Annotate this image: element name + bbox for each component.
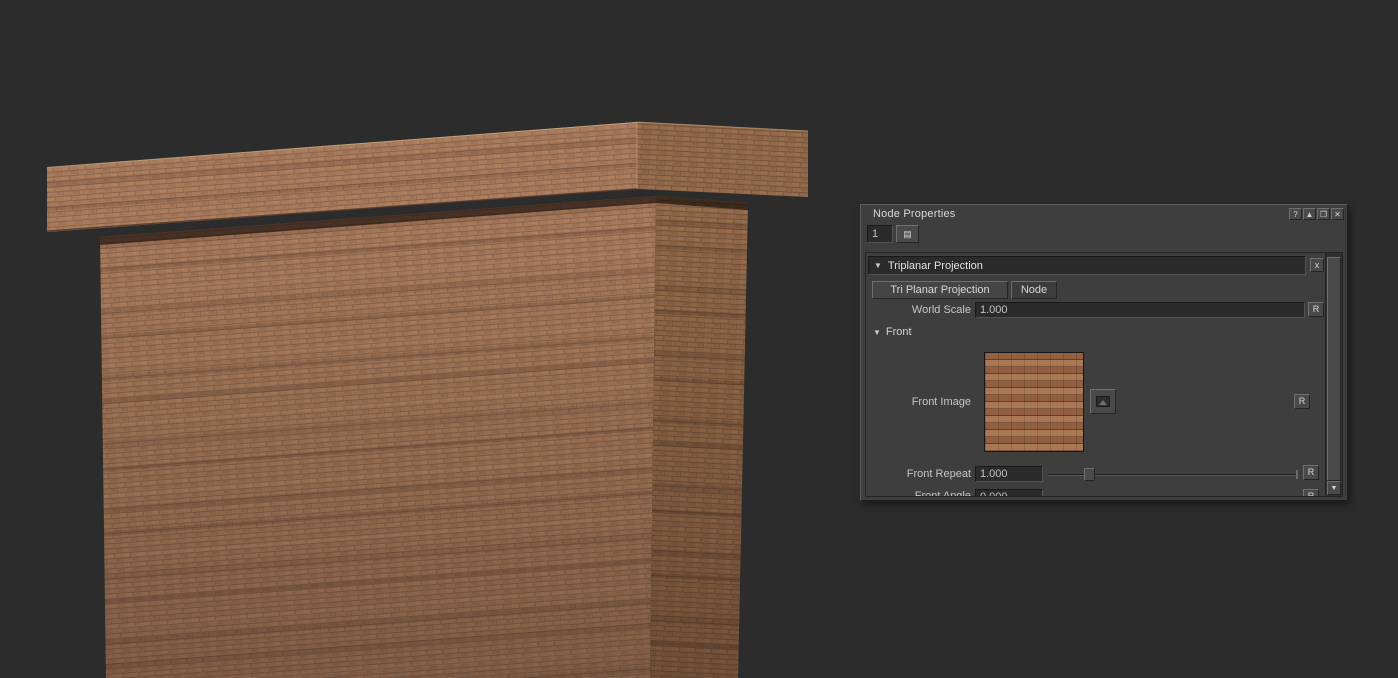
world-scale-input[interactable] <box>975 302 1305 318</box>
front-repeat-slider-handle[interactable] <box>1084 468 1095 481</box>
image-icon <box>1096 396 1110 407</box>
front-section-label: Front <box>886 326 912 338</box>
node-panel-body: ▼ Triplanar Projection x Tri Planar Proj… <box>865 252 1343 497</box>
scrollbar-thumb[interactable] <box>1327 257 1341 481</box>
slider-end-cap <box>1296 470 1298 479</box>
world-scale-reset-button[interactable]: R <box>1308 302 1324 317</box>
node-properties-panel: Node Properties ? ▲ ❐ ✕ ▤ ▼ Triplanar Pr… <box>860 204 1348 501</box>
cap-right-face <box>637 122 808 197</box>
remove-node-button[interactable]: x <box>1310 258 1324 272</box>
minimize-icon[interactable]: ❐ <box>1317 208 1330 220</box>
front-image-label: Front Image <box>866 396 971 408</box>
front-angle-input[interactable] <box>975 489 1043 496</box>
edit-nodes-icon: ▤ <box>903 229 912 239</box>
world-scale-label: World Scale <box>866 304 971 316</box>
front-collapse-icon[interactable]: ▼ <box>873 328 881 337</box>
scroll-down-button[interactable]: ▼ <box>1327 481 1341 495</box>
panel-scrollbar[interactable]: ▼ <box>1325 253 1342 496</box>
panel-title: Node Properties <box>873 208 1288 220</box>
close-icon[interactable]: ✕ <box>1331 208 1344 220</box>
shade-icon[interactable]: ▲ <box>1303 208 1316 220</box>
wall-depth-fade <box>100 203 748 678</box>
front-repeat-reset-button[interactable]: R <box>1303 465 1319 480</box>
edit-nodes-button[interactable]: ▤ <box>896 225 919 243</box>
front-image-reset-button[interactable]: R <box>1294 394 1310 409</box>
front-angle-reset-button[interactable]: R <box>1303 489 1319 496</box>
panel-titlebar[interactable]: Node Properties ? ▲ ❐ ✕ <box>861 205 1347 222</box>
front-repeat-input[interactable] <box>975 466 1043 482</box>
load-image-button[interactable] <box>1090 389 1116 414</box>
node-panel-content: ▼ Triplanar Projection x Tri Planar Proj… <box>866 253 1326 496</box>
tab-node[interactable]: Node <box>1011 281 1057 299</box>
node-collapse-icon[interactable]: ▼ <box>874 261 882 270</box>
node-title: Triplanar Projection <box>888 260 983 272</box>
node-header[interactable]: ▼ Triplanar Projection <box>868 256 1306 275</box>
front-section-header[interactable]: ▼ Front <box>873 326 912 338</box>
tab-tri-planar-projection[interactable]: Tri Planar Projection <box>872 281 1008 299</box>
front-repeat-label: Front Repeat <box>866 468 971 480</box>
node-count-input[interactable] <box>867 225 893 243</box>
help-icon[interactable]: ? <box>1289 208 1302 220</box>
front-repeat-slider-track[interactable] <box>1048 474 1298 476</box>
front-image-thumbnail[interactable] <box>984 352 1084 452</box>
front-angle-label: Front Angle <box>866 490 971 496</box>
